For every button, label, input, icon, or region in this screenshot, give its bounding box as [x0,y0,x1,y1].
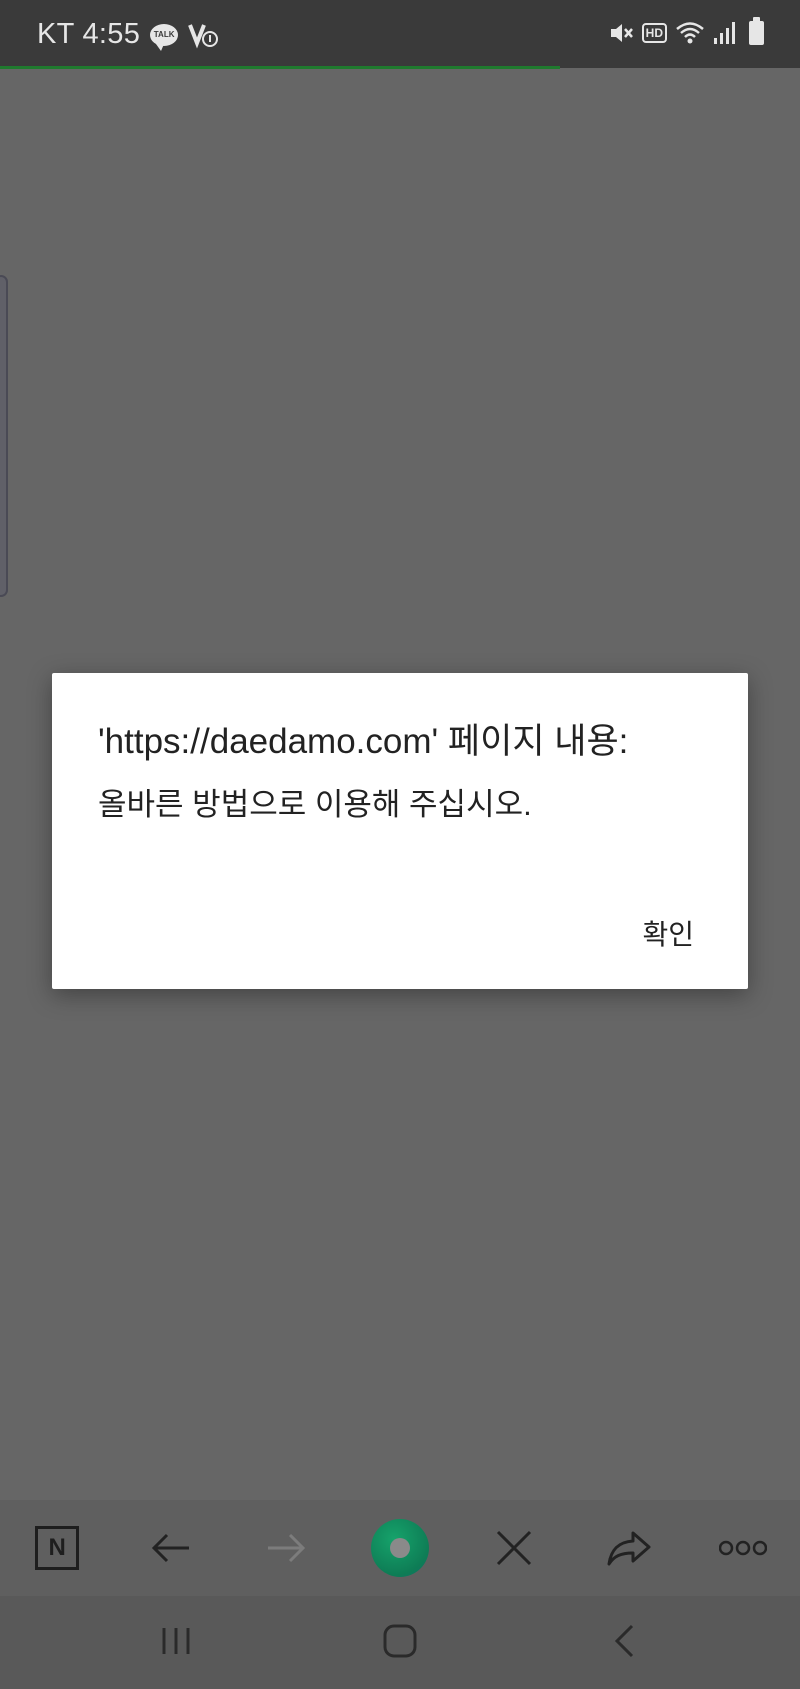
back-icon [614,1624,634,1658]
forward-arrow-icon [267,1533,305,1563]
dialog-message: 올바른 방법으로 이용해 주십시오. [98,787,532,822]
naver-icon: N [35,1526,80,1570]
browser-toolbar: N [0,1500,800,1596]
talk-badge: TALK [150,23,179,51]
system-nav-bar [0,1596,800,1689]
screen: KT 4:55 TALK HD 'https://daedamo.com' 페이… [0,0,800,1689]
close-button[interactable] [479,1513,549,1583]
nav-back-button[interactable] [594,1616,654,1666]
battery-icon [749,17,764,45]
alert-dialog: 'https://daedamo.com' 페이지 내용: 올바른 방법으로 이… [52,673,748,989]
dialog-title: 'https://daedamo.com' 페이지 내용: [98,722,629,761]
recent-apps-button[interactable] [146,1616,206,1666]
v-notification-icon [188,21,220,49]
home-button[interactable] [370,1616,430,1666]
status-bar: KT 4:55 TALK HD [0,0,800,69]
back-arrow-icon [152,1533,190,1563]
back-button[interactable] [136,1513,206,1583]
recent-apps-icon [162,1628,190,1654]
naver-button[interactable]: N [22,1513,92,1583]
wifi-icon [675,20,705,46]
home-orb-center [389,1538,410,1558]
more-button[interactable] [708,1513,778,1583]
status-left: KT 4:55 TALK [37,18,220,51]
hd-voice-icon: HD [641,23,667,43]
home-icon [383,1624,417,1658]
close-icon [497,1530,532,1566]
carrier-time: KT 4:55 [37,18,141,50]
status-right: HD [608,17,764,46]
kakaotalk-icon: TALK [150,23,179,51]
ok-button[interactable]: 확인 [642,913,694,953]
page-load-progress [0,66,560,69]
more-icon [718,1540,767,1556]
signal-icon [713,20,737,46]
naver-home-button[interactable] [365,1513,435,1583]
forward-button[interactable] [251,1513,321,1583]
home-orb-icon [370,1519,429,1577]
share-button[interactable] [594,1513,664,1583]
share-icon [607,1531,651,1566]
mute-icon [608,20,634,46]
edge-panel-handle[interactable] [0,275,8,597]
